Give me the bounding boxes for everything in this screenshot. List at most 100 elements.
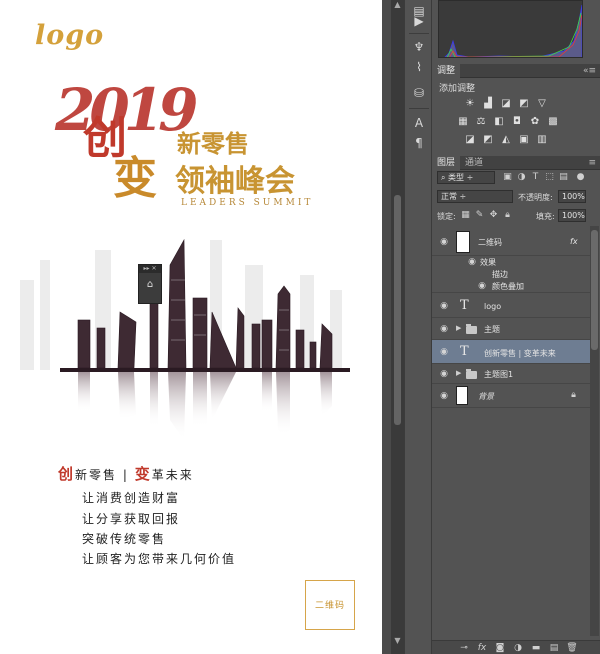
layer-fx-icon[interactable]: fx	[570, 237, 578, 246]
layer-name: 主题	[484, 325, 500, 334]
color-lookup-icon[interactable]: ▩	[547, 116, 559, 127]
filter-smart-object-icon[interactable]: ▤	[558, 172, 569, 183]
filter-adjustment-icon[interactable]: ◑	[516, 172, 527, 183]
add-layer-style-icon[interactable]: fx	[476, 642, 488, 654]
layers-scrollbar[interactable]	[590, 226, 599, 636]
selective-color-icon[interactable]: ▣	[518, 134, 530, 145]
levels-icon[interactable]: ▟	[482, 98, 494, 109]
expand-arrow-icon[interactable]: ▶	[456, 324, 461, 332]
new-adjustment-layer-icon[interactable]: ◑	[512, 642, 524, 654]
filter-type-icon[interactable]: T	[530, 172, 541, 183]
lock-image-icon[interactable]: ✎	[474, 210, 485, 221]
posterize-icon[interactable]: ◩	[482, 134, 494, 145]
layer-effect-color-overlay[interactable]: ◉ 颜色叠加	[432, 280, 590, 293]
blend-mode-select[interactable]: 正常 ÷	[437, 190, 513, 203]
fill-field[interactable]: 100%	[558, 209, 586, 222]
layer-name: 背景	[478, 392, 494, 401]
visibility-eye-icon[interactable]: ◉	[438, 237, 450, 247]
effects-label: 效果	[480, 258, 496, 267]
invert-icon[interactable]: ◪	[464, 134, 476, 145]
add-mask-icon[interactable]: ◙	[494, 642, 506, 654]
layer-effects-row[interactable]: ◉ 效果	[432, 256, 590, 268]
filter-toggle-icon[interactable]: ●	[575, 172, 586, 183]
link-layers-icon[interactable]: ⊸	[458, 642, 470, 654]
scroll-down-arrow-icon[interactable]: ▼	[391, 636, 404, 646]
layer-row-logo[interactable]: ◉ T logo	[432, 294, 590, 318]
layer-name: 主题图1	[484, 370, 514, 379]
layers-panel-menu-icon[interactable]: ≡	[588, 156, 596, 170]
new-layer-icon[interactable]: ▤	[548, 642, 560, 654]
tab-layers[interactable]: 图层	[432, 156, 461, 170]
fill-label: 填充:	[536, 212, 555, 221]
expand-arrow-icon[interactable]: ▶	[456, 369, 461, 377]
tab-adjustments[interactable]: 调整	[432, 64, 461, 78]
brush-settings-icon[interactable]: ⌇	[408, 58, 430, 76]
adjustments-tabbar: 调整 «≡	[432, 64, 600, 78]
threshold-icon[interactable]: ◭	[500, 134, 512, 145]
panel-menu-icon[interactable]: «≡	[583, 64, 596, 78]
clone-source-icon[interactable]: ⛁	[408, 84, 430, 102]
effect-name: 描边	[492, 270, 508, 279]
exposure-icon[interactable]: ◩	[518, 98, 530, 109]
qr-code-placeholder: 二维码	[305, 580, 355, 630]
channel-mixer-icon[interactable]: ✿	[529, 116, 541, 127]
layer-row-background[interactable]: ◉ 背景 🔒︎	[432, 384, 590, 408]
toolstrip-divider	[409, 33, 429, 34]
filter-pixel-icon[interactable]: ▣	[502, 172, 513, 183]
histogram-graph	[444, 4, 582, 57]
vibrance-icon[interactable]: ▽	[536, 98, 548, 109]
add-adjustment-label: 添加调整	[439, 84, 476, 94]
layers-footer-toolbar: ⊸ fx ◙ ◑ ▬ ▤ 🗑︎	[432, 640, 600, 654]
lock-position-icon[interactable]: ✥	[488, 210, 499, 221]
right-panels: 调整 «≡ 添加调整 ☀ ▟ ◪ ◩ ▽ ▦ ⚖ ◧ ◘ ✿ ▩ ◪ ◩ ◭ ▣…	[432, 0, 600, 654]
tab-channels[interactable]: 通道	[460, 156, 488, 170]
text-layer-icon: T	[460, 298, 469, 313]
layer-row-qrcode[interactable]: ◉ 二维码 fx	[432, 228, 590, 256]
poster-canvas[interactable]: logo 2019 创 变 新零售 领袖峰会 LEADERS SUMMIT ▸▸…	[0, 0, 382, 654]
brush-preset-icon[interactable]: ♆	[408, 38, 430, 56]
floating-mini-panel[interactable]: ▸▸ ✕ ⌂	[138, 264, 162, 304]
title-line2: 领袖峰会	[175, 164, 295, 199]
visibility-eye-icon[interactable]: ◉	[466, 257, 478, 267]
curves-icon[interactable]: ◪	[500, 98, 512, 109]
mini-panel-tool-icon[interactable]: ⌂	[144, 279, 156, 291]
copy-line: 突破传统零售	[82, 532, 167, 546]
brightness-icon[interactable]: ☀	[464, 98, 476, 109]
visibility-eye-icon[interactable]: ◉	[438, 369, 450, 379]
visibility-eye-icon[interactable]: ◉	[476, 281, 488, 291]
hue-saturation-icon[interactable]: ▦	[457, 116, 469, 127]
character-icon[interactable]: A	[408, 114, 430, 132]
folder-icon	[466, 324, 477, 334]
mini-panel-header[interactable]: ▸▸ ✕	[139, 265, 161, 273]
black-white-icon[interactable]: ◧	[493, 116, 505, 127]
new-group-icon[interactable]: ▬	[530, 642, 542, 654]
scroll-up-arrow-icon[interactable]: ▲	[391, 0, 404, 10]
layer-row-slogan[interactable]: ◉ T 创新零售 | 变革未来	[432, 340, 590, 364]
layer-row-group-theme[interactable]: ◉ ▶ 主题	[432, 318, 590, 340]
paragraph-icon[interactable]: ¶	[408, 134, 430, 152]
scrollbar-thumb[interactable]	[591, 230, 598, 350]
document-vertical-scrollbar[interactable]: ▲ ▼	[391, 0, 404, 654]
gradient-map-icon[interactable]: ▥	[536, 134, 548, 145]
layer-row-group-theme-image[interactable]: ◉ ▶ 主题图1	[432, 364, 590, 384]
layers-tabbar: 图层 通道 ≡	[432, 156, 600, 170]
opacity-field[interactable]: 100%	[558, 190, 586, 203]
visibility-eye-icon[interactable]: ◉	[438, 347, 450, 357]
lock-all-icon[interactable]: 🔒︎	[502, 210, 513, 221]
lock-transparent-icon[interactable]: ▦	[460, 210, 471, 221]
visibility-eye-icon[interactable]: ◉	[438, 391, 450, 401]
visibility-eye-icon[interactable]: ◉	[438, 301, 450, 311]
layer-filter-select[interactable]: ⌕ 类型 ÷	[437, 171, 495, 184]
color-balance-icon[interactable]: ⚖	[475, 116, 487, 127]
panel-icon-strip: ▤ ▶ ♆ ⌇ ⛁ A ¶	[404, 0, 432, 654]
lock-label: 锁定:	[437, 212, 456, 221]
title-char-bian: 变	[113, 153, 157, 204]
poster-logo: logo	[35, 20, 105, 51]
visibility-eye-icon[interactable]: ◉	[438, 324, 450, 334]
delete-layer-icon[interactable]: 🗑︎	[566, 642, 578, 654]
filter-shape-icon[interactable]: ⬚	[544, 172, 555, 183]
scrollbar-thumb[interactable]	[394, 195, 401, 425]
layer-effect-stroke[interactable]: 描边	[432, 268, 590, 280]
actions-play-icon[interactable]: ▶	[408, 12, 430, 30]
photo-filter-icon[interactable]: ◘	[511, 116, 523, 127]
